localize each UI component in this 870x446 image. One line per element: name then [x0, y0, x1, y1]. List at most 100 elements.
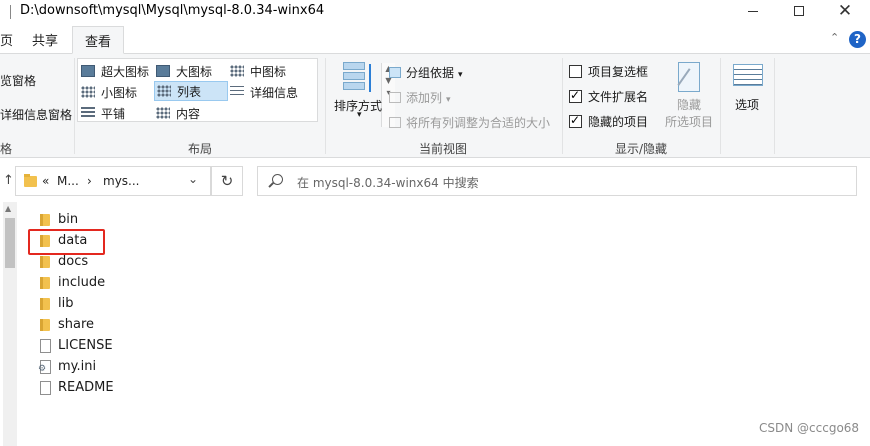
search-input[interactable]: 在 mysql-8.0.34-winx64 中搜索 [257, 166, 857, 196]
layout-label: 小图标 [101, 85, 138, 100]
group-separator [74, 58, 75, 154]
address-bar[interactable]: « M... › mys... ⌄ [15, 166, 211, 196]
group-separator [562, 58, 563, 154]
layout-label: 超大图标 [101, 64, 150, 79]
small-icons-icon [81, 86, 95, 98]
group-by-label: 分组依据 [406, 66, 455, 80]
large-icons-icon [156, 65, 170, 77]
layout-list[interactable]: 列表 [154, 81, 228, 101]
file-icon [40, 338, 51, 353]
list-item[interactable]: bin [30, 209, 230, 230]
list-item[interactable]: LICENSE [30, 335, 230, 356]
address-row: ↑ « M... › mys... ⌄ ↻ 在 mysql-8.0.34-win… [0, 166, 870, 196]
hidden-items-checkbox[interactable] [569, 113, 582, 128]
list-item[interactable]: include [30, 272, 230, 293]
scroll-up-icon[interactable]: ▲ [5, 204, 11, 213]
tiles-icon [81, 107, 95, 119]
search-icon [272, 174, 283, 185]
options-button[interactable]: 选项 [735, 96, 759, 113]
add-columns-label: 添加列 [406, 91, 443, 105]
breadcrumb-item[interactable]: mys... [103, 174, 140, 188]
list-item[interactable]: lib [30, 293, 230, 314]
content-icon [156, 107, 170, 119]
details-icon [230, 86, 244, 98]
list-item[interactable]: share [30, 314, 230, 335]
tab-home[interactable]: 页 [0, 26, 13, 54]
layout-medium-icons[interactable]: 中图标 [230, 61, 286, 81]
layout-label: 大图标 [176, 64, 213, 79]
layout-tiles[interactable]: 平铺 [81, 103, 125, 123]
breadcrumb-item[interactable]: M... [57, 174, 79, 188]
sort-by-icon [343, 62, 375, 96]
item-checkboxes-checkbox[interactable] [569, 65, 582, 78]
title-bar: D:\downsoft\mysql\Mysql\mysql-8.0.34-win… [0, 0, 870, 24]
dropdown-icon: ▾ [446, 95, 451, 105]
group-separator [720, 58, 721, 154]
medium-icons-icon [230, 65, 244, 77]
layout-gallery: 超大图标 大图标 中图标 小图标 列表 详细信息 平铺 内容 ▲ ▼ ▾ [77, 58, 395, 127]
address-dropdown-icon[interactable]: ⌄ [188, 172, 198, 186]
minimize-button[interactable] [730, 0, 776, 22]
layout-label: 中图标 [250, 64, 287, 79]
folder-icon [40, 297, 50, 310]
file-name: bin [58, 212, 79, 227]
highlight-annotation [28, 229, 105, 255]
ribbon: 览窗格 详细信息窗格 格 超大图标 大图标 中图标 小图标 列表 详细信息 平铺… [0, 54, 870, 158]
panes-group-label: 格 [0, 142, 13, 156]
layout-details[interactable]: 详细信息 [230, 82, 298, 102]
up-arrow-icon[interactable]: ↑ [3, 173, 14, 188]
item-checkboxes-label: 项目复选框 [588, 65, 649, 79]
title-separator [10, 5, 11, 19]
current-view-group-label: 当前视图 [418, 142, 467, 156]
breadcrumb-overflow[interactable]: « [42, 174, 49, 188]
list-icon [157, 85, 171, 97]
layout-small-icons[interactable]: 小图标 [81, 82, 137, 102]
help-icon[interactable]: ? [849, 31, 866, 48]
maximize-button[interactable] [776, 0, 822, 22]
scroll-thumb[interactable] [5, 218, 15, 268]
settings-file-icon [38, 359, 51, 374]
file-name: lib [58, 296, 74, 311]
maximize-icon [794, 6, 804, 16]
group-by-icon [389, 67, 401, 78]
breadcrumb-separator[interactable]: › [87, 174, 92, 188]
layout-label: 平铺 [101, 106, 126, 121]
file-name: share [58, 317, 95, 332]
watermark: CSDN @cccgo68 [759, 421, 860, 435]
hidden-items-label: 隐藏的项目 [588, 115, 649, 129]
refresh-button[interactable]: ↻ [211, 166, 243, 196]
folder-icon [40, 213, 50, 226]
hide-selected-button-line2[interactable]: 所选项目 [665, 113, 713, 130]
preview-pane-button[interactable]: 览窗格 [0, 72, 36, 89]
tab-view[interactable]: 查看 [72, 26, 124, 54]
list-item[interactable]: my.ini [30, 356, 230, 377]
layout-label: 列表 [177, 84, 202, 99]
folder-icon [40, 255, 50, 268]
hide-selected-icon [678, 62, 700, 92]
collapse-ribbon-icon[interactable]: ⌃ [830, 31, 839, 44]
options-icon [733, 64, 763, 86]
folder-icon [40, 318, 50, 331]
layout-large-icons[interactable]: 大图标 [156, 61, 212, 81]
layout-group-label: 布局 [187, 142, 212, 156]
size-all-columns-label: 将所有列调整为合适的大小 [406, 116, 551, 130]
folder-icon [24, 174, 37, 187]
file-icon [40, 380, 51, 395]
details-pane-button[interactable]: 详细信息窗格 [0, 106, 72, 123]
size-columns-icon [389, 117, 401, 128]
layout-extra-large-icons[interactable]: 超大图标 [81, 61, 149, 81]
add-columns-button[interactable]: 添加列 ▾ [389, 89, 451, 106]
layout-content[interactable]: 内容 [156, 103, 200, 123]
ribbon-tabs: 页 共享 查看 ⌃ ? [0, 26, 870, 54]
hide-selected-button[interactable]: 隐藏 [677, 96, 701, 113]
file-extensions-checkbox[interactable] [569, 88, 582, 103]
extra-large-icons-icon [81, 65, 95, 77]
list-item[interactable]: README [30, 377, 230, 398]
size-all-columns-button[interactable]: 将所有列调整为合适的大小 [389, 114, 550, 131]
nav-scrollbar[interactable]: ▲ [3, 202, 17, 446]
tab-share[interactable]: 共享 [24, 26, 66, 54]
close-button[interactable]: ✕ [822, 0, 868, 22]
group-by-button[interactable]: 分组依据 ▾ [389, 64, 463, 81]
search-placeholder: 在 mysql-8.0.34-winx64 中搜索 [297, 176, 479, 190]
refresh-icon: ↻ [220, 172, 234, 190]
